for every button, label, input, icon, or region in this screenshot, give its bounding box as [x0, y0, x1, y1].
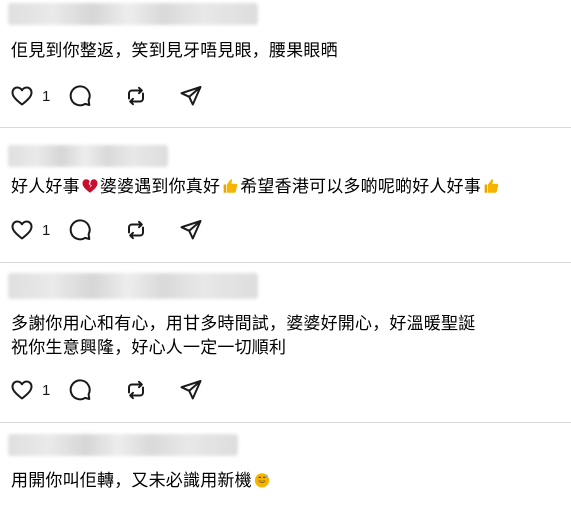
comment-item: 佢見到你整返，笑到見牙唔見眼，腰果眼晒 1 [0, 0, 571, 128]
comment-text: 多謝你用心和有心，用甘多時間試，婆婆好開心，好溫暖聖誕 祝你生意興隆，好心人一定一… [11, 312, 561, 360]
comment-actions: 1 [10, 218, 209, 242]
comment-bubble-icon [69, 219, 91, 241]
like-button[interactable]: 1 [10, 218, 68, 242]
blurred-username [8, 434, 238, 456]
share-button[interactable] [179, 84, 209, 108]
thumbs-up-icon [223, 179, 238, 193]
comment-text: 好人好事 婆婆遇到你真好 希望香港可以多啲呢啲好人好事 [11, 175, 561, 199]
comment-item: 用開你叫佢轉，又未必識用新機 [0, 423, 571, 507]
reply-button[interactable] [68, 84, 124, 108]
repost-icon [128, 380, 144, 400]
share-button[interactable] [179, 378, 209, 402]
blurred-username [8, 273, 258, 299]
grinning-sweat-icon [254, 473, 269, 488]
comment-feed: 佢見到你整返，笑到見牙唔見眼，腰果眼晒 1 好人好事 婆婆遇到你真好 希望香港可… [0, 0, 571, 507]
comment-text-part: 婆婆遇到你真好 [99, 177, 221, 197]
like-count: 1 [42, 87, 51, 105]
comment-actions: 1 [10, 84, 209, 108]
send-icon [180, 220, 202, 240]
like-button[interactable]: 1 [10, 84, 68, 108]
heart-icon [11, 220, 33, 240]
like-count: 1 [42, 381, 51, 399]
reply-button[interactable] [68, 378, 124, 402]
comment-text-part: 好人好事 [11, 177, 80, 197]
like-button[interactable]: 1 [10, 378, 68, 402]
share-button[interactable] [179, 218, 209, 242]
comment-text-line: 多謝你用心和有心，用甘多時間試，婆婆好開心，好溫暖聖誕 [11, 314, 476, 334]
comment-bubble-icon [69, 379, 91, 401]
repost-button[interactable] [124, 84, 179, 108]
reply-button[interactable] [68, 218, 124, 242]
comment-text: 佢見到你整返，笑到見牙唔見眼，腰果眼晒 [11, 41, 338, 61]
repost-icon [128, 220, 144, 240]
comment-text-part: 希望香港可以多啲呢啲好人好事 [240, 177, 482, 197]
send-icon [180, 380, 202, 400]
repost-icon [128, 86, 144, 106]
repost-button[interactable] [124, 378, 179, 402]
blurred-username [8, 145, 168, 167]
heart-icon [11, 86, 33, 106]
blurred-username [8, 3, 258, 25]
heart-icon [11, 380, 33, 400]
comment-text-part: 用開你叫佢轉，又未必識用新機 [11, 471, 252, 491]
repost-button[interactable] [124, 218, 179, 242]
like-count: 1 [42, 221, 51, 239]
comment-item: 好人好事 婆婆遇到你真好 希望香港可以多啲呢啲好人好事 1 [0, 128, 571, 263]
comment-bubble-icon [69, 85, 91, 107]
comment-actions: 1 [10, 378, 209, 402]
comment-text-line: 祝你生意興隆，好心人一定一切順利 [11, 338, 287, 358]
send-icon [180, 86, 202, 106]
comment-text: 用開你叫佢轉，又未必識用新機 [11, 469, 561, 493]
thumbs-up-icon [484, 179, 499, 193]
comment-item: 多謝你用心和有心，用甘多時間試，婆婆好開心，好溫暖聖誕 祝你生意興隆，好心人一定一… [0, 263, 571, 423]
broken-heart-icon [82, 179, 98, 193]
